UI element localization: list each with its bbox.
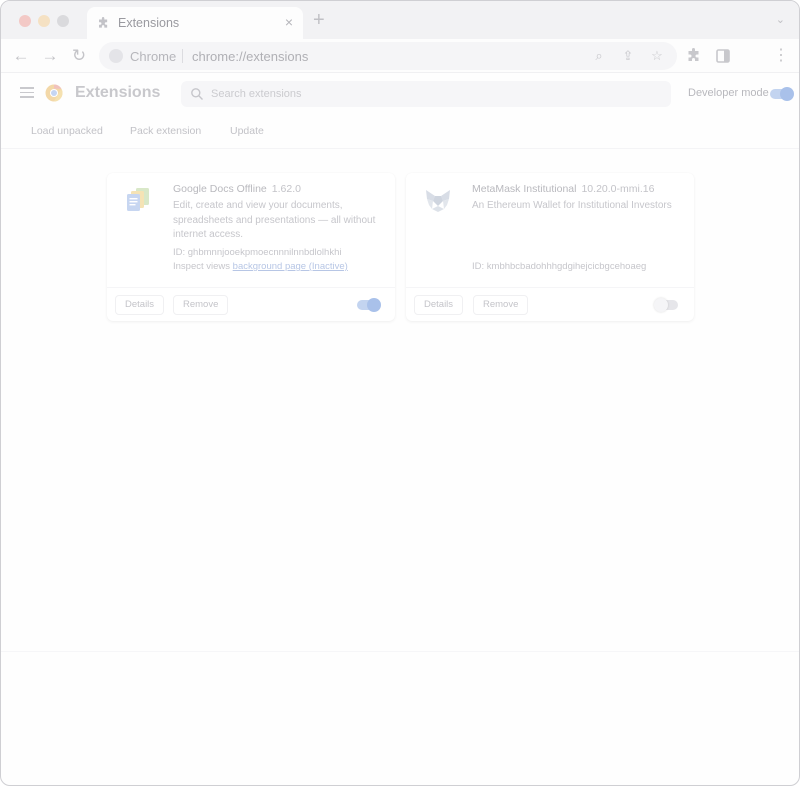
inspect-views: Inspect views background page (Inactive) (173, 261, 348, 272)
side-panel-icon[interactable] (712, 45, 734, 67)
extension-id: ID: kmbhbcbadohhhgdgihejcicbgcehoaeg (472, 261, 647, 272)
extensions-header: Extensions Developer mode (1, 73, 799, 113)
back-arrow-icon[interactable]: ← (10, 45, 32, 67)
extension-version: 10.20.0-mmi.16 (581, 183, 655, 195)
tab-close-icon[interactable]: × (285, 14, 293, 30)
metamask-fox-icon (426, 190, 450, 212)
extension-card-metamask-institutional: MetaMask Institutional 10.20.0-mmi.16 An … (406, 173, 694, 321)
extension-title: Google Docs Offline (173, 183, 267, 195)
extension-version: 1.62.0 (271, 183, 301, 195)
update-button[interactable]: Update (230, 125, 264, 143)
extension-name: Google Docs Offline 1.62.0 (173, 183, 301, 195)
puzzle-icon (99, 17, 108, 28)
browser-window: Extensions × + ⌄ ← → ↻ Chrome chrome://e… (0, 0, 800, 786)
chrome-logo-icon (45, 84, 63, 102)
hamburger-menu-icon[interactable] (20, 87, 34, 98)
pack-extension-button[interactable]: Pack extension (130, 125, 201, 143)
tab-title: Extensions (118, 16, 180, 30)
card-footer: Details Remove (406, 287, 694, 321)
background-page-link[interactable]: background page (Inactive) (233, 261, 348, 272)
address-bar[interactable]: Chrome chrome://extensions ⌕ ⇪ ☆ (99, 42, 677, 70)
remove-button[interactable]: Remove (473, 295, 529, 315)
extension-title: MetaMask Institutional (472, 183, 577, 195)
zoom-icon[interactable]: ⌕ (590, 47, 608, 65)
tab-strip: Extensions × + ⌄ (1, 1, 799, 39)
url-text[interactable]: chrome://extensions (192, 49, 308, 64)
window-close-button[interactable] (19, 15, 31, 27)
search-input[interactable] (211, 85, 651, 103)
extension-description: Edit, create and view your documents, sp… (173, 200, 376, 240)
page-title: Extensions (75, 84, 161, 101)
site-label: Chrome (130, 49, 177, 64)
page-divider (1, 651, 799, 652)
developer-mode-label: Developer mode (688, 87, 769, 99)
toolbar: ← → ↻ Chrome chrome://extensions ⌕ ⇪ ☆ ⋮ (1, 39, 799, 73)
extension-id: ID: ghbmnnjooekpmoecnnnilnnbdlolhkhi (173, 247, 342, 258)
extension-name: MetaMask Institutional 10.20.0-mmi.16 (472, 183, 654, 195)
enable-toggle[interactable] (357, 298, 381, 312)
google-docs-offline-icon (127, 188, 149, 211)
search-box (181, 81, 671, 107)
kebab-menu-icon[interactable]: ⋮ (770, 45, 792, 67)
search-icon (191, 88, 203, 100)
developer-toolbar: Load unpacked Pack extension Update (1, 119, 799, 149)
details-button[interactable]: Details (115, 295, 165, 315)
window-minimize-button[interactable] (38, 15, 50, 27)
chrome-site-icon (109, 49, 123, 63)
toggle-knob (367, 298, 381, 312)
tab-search-chevron-icon[interactable]: ⌄ (776, 13, 785, 26)
extension-description: An Ethereum Wallet for Institutional Inv… (472, 200, 672, 211)
developer-mode-toggle[interactable] (770, 87, 794, 101)
tab-extensions[interactable]: Extensions × (87, 7, 303, 39)
extensions-puzzle-icon[interactable] (683, 45, 705, 67)
share-icon[interactable]: ⇪ (619, 47, 637, 65)
new-tab-button[interactable]: + (313, 10, 325, 30)
load-unpacked-button[interactable]: Load unpacked (31, 125, 103, 143)
bookmark-star-icon[interactable]: ☆ (648, 47, 666, 65)
extension-card-google-docs-offline: Google Docs Offline 1.62.0 Edit, create a… (107, 173, 395, 321)
inspect-views-label: Inspect views (173, 261, 231, 272)
toggle-knob (780, 87, 794, 101)
forward-arrow-icon[interactable]: → (39, 45, 61, 67)
remove-button[interactable]: Remove (173, 295, 229, 315)
toggle-knob (654, 298, 668, 312)
enable-toggle[interactable] (654, 298, 678, 312)
address-divider (182, 49, 183, 63)
details-button[interactable]: Details (414, 295, 464, 315)
window-maximize-button[interactable] (57, 15, 69, 27)
card-footer: Details Remove (107, 287, 395, 321)
reload-icon[interactable]: ↻ (68, 45, 90, 67)
